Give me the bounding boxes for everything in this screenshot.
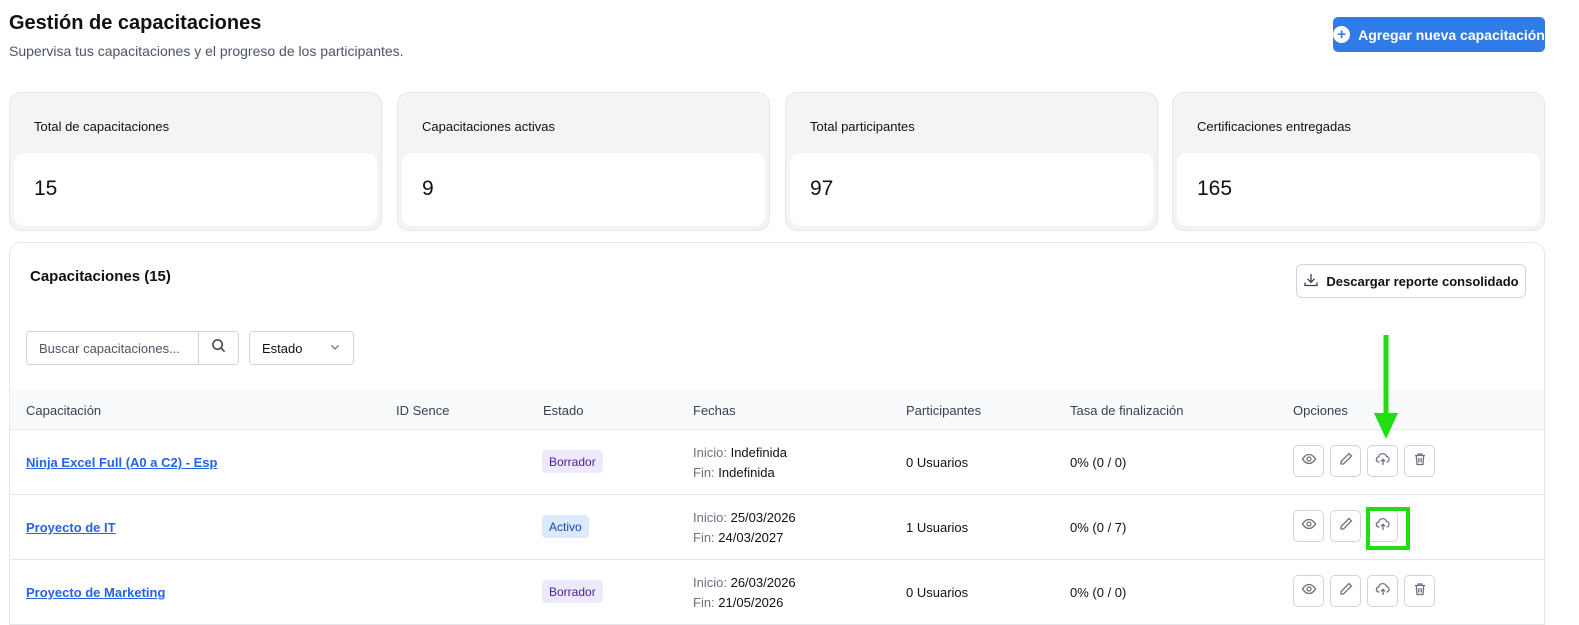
participants-count: 1 Usuarios bbox=[906, 520, 969, 535]
annotation-arrow-icon bbox=[1374, 335, 1398, 439]
participants-count: 0 Usuarios bbox=[906, 585, 969, 600]
start-label: Inicio: bbox=[693, 575, 727, 590]
trash-icon bbox=[1412, 451, 1428, 472]
dates-cell: Inicio: 25/03/2026 Fin: 24/03/2027 bbox=[693, 508, 796, 548]
view-button[interactable] bbox=[1293, 510, 1324, 542]
end-date: 21/05/2026 bbox=[718, 595, 784, 610]
annotation-highlight-box bbox=[1366, 507, 1410, 550]
delete-button[interactable] bbox=[1404, 445, 1435, 477]
stat-card-certifications: Certificaciones entregadas 165 bbox=[1172, 92, 1545, 231]
view-button[interactable] bbox=[1293, 445, 1324, 477]
start-label: Inicio: bbox=[693, 445, 727, 460]
status-badge: Activo bbox=[542, 515, 589, 538]
start-label: Inicio: bbox=[693, 510, 727, 525]
page-subtitle: Supervisa tus capacitaciones y el progre… bbox=[9, 43, 404, 59]
stat-card-participants: Total participantes 97 bbox=[785, 92, 1158, 231]
stat-value: 97 bbox=[810, 177, 834, 200]
stat-label: Certificaciones entregadas bbox=[1197, 119, 1351, 134]
training-name-link[interactable]: Proyecto de Marketing bbox=[26, 585, 165, 600]
dates-cell: Inicio: Indefinida Fin: Indefinida bbox=[693, 443, 787, 483]
search-input[interactable] bbox=[27, 332, 198, 364]
search-button[interactable] bbox=[198, 332, 238, 364]
end-date: 24/03/2027 bbox=[718, 530, 784, 545]
column-header: Tasa de finalización bbox=[1070, 403, 1184, 418]
pencil-icon bbox=[1338, 451, 1354, 472]
chevron-down-icon bbox=[329, 341, 341, 356]
view-button[interactable] bbox=[1293, 575, 1324, 607]
end-label: Fin: bbox=[693, 595, 715, 610]
status-filter-select[interactable]: Estado bbox=[249, 331, 354, 365]
add-training-label: Agregar nueva capacitación bbox=[1358, 26, 1545, 43]
edit-button[interactable] bbox=[1330, 575, 1361, 607]
column-header: Fechas bbox=[693, 403, 736, 418]
add-training-button[interactable]: + Agregar nueva capacitación bbox=[1333, 17, 1545, 52]
stat-value-box: 15 bbox=[14, 153, 377, 226]
end-date: Indefinida bbox=[718, 465, 775, 480]
start-date: Indefinida bbox=[730, 445, 787, 460]
publish-button[interactable] bbox=[1367, 575, 1398, 607]
stat-label: Total de capacitaciones bbox=[34, 119, 170, 134]
start-date: 26/03/2026 bbox=[730, 575, 796, 590]
completion-rate: 0% (0 / 0) bbox=[1070, 455, 1127, 470]
stat-card-active: Capacitaciones activas 9 bbox=[397, 92, 770, 231]
participants-count: 0 Usuarios bbox=[906, 455, 969, 470]
download-report-button[interactable]: Descargar reporte consolidado bbox=[1296, 264, 1526, 298]
trainings-panel: Capacitaciones (15) Descargar reporte co… bbox=[9, 242, 1545, 625]
download-icon bbox=[1303, 272, 1319, 291]
column-header: ID Sence bbox=[396, 403, 450, 418]
completion-rate: 0% (0 / 7) bbox=[1070, 520, 1127, 535]
stat-value-box: 165 bbox=[1177, 153, 1540, 226]
row-actions bbox=[1293, 445, 1435, 477]
panel-title: Capacitaciones (15) bbox=[30, 268, 171, 285]
dates-cell: Inicio: 26/03/2026 Fin: 21/05/2026 bbox=[693, 573, 796, 613]
column-header: Estado bbox=[543, 403, 584, 418]
search-box bbox=[26, 331, 239, 365]
stat-value: 9 bbox=[422, 177, 434, 200]
start-date: 25/03/2026 bbox=[730, 510, 796, 525]
delete-button[interactable] bbox=[1404, 575, 1435, 607]
eye-icon bbox=[1301, 581, 1317, 602]
stat-value: 15 bbox=[34, 177, 58, 200]
stat-label: Capacitaciones activas bbox=[422, 119, 555, 134]
table-header: Capacitación ID Sence Estado Fechas Part… bbox=[10, 390, 1544, 430]
end-label: Fin: bbox=[693, 465, 715, 480]
cloud-upload-icon bbox=[1375, 581, 1391, 602]
status-badge: Borrador bbox=[542, 450, 603, 473]
page-title: Gestión de capacitaciones bbox=[9, 12, 262, 34]
cloud-upload-icon bbox=[1375, 451, 1391, 472]
completion-rate: 0% (0 / 0) bbox=[1070, 585, 1127, 600]
end-label: Fin: bbox=[693, 530, 715, 545]
stat-card-total: Total de capacitaciones 15 bbox=[9, 92, 382, 231]
stat-value-box: 9 bbox=[402, 153, 765, 226]
column-header: Capacitación bbox=[26, 403, 102, 418]
edit-button[interactable] bbox=[1330, 445, 1361, 477]
status-badge: Borrador bbox=[542, 580, 603, 603]
eye-icon bbox=[1301, 451, 1317, 472]
table-row: Ninja Excel Full (A0 a C2) - Esp Borrado… bbox=[10, 430, 1544, 495]
column-header: Opciones bbox=[1293, 403, 1348, 418]
training-name-link[interactable]: Proyecto de IT bbox=[26, 520, 116, 535]
table-row: Proyecto de IT Activo Inicio: 25/03/2026… bbox=[10, 495, 1544, 560]
publish-button[interactable] bbox=[1367, 445, 1398, 477]
edit-button[interactable] bbox=[1330, 510, 1361, 542]
search-icon bbox=[211, 338, 226, 358]
stat-label: Total participantes bbox=[810, 119, 915, 134]
download-report-label: Descargar reporte consolidado bbox=[1326, 273, 1519, 289]
trash-icon bbox=[1412, 581, 1428, 602]
plus-circle-icon: + bbox=[1333, 26, 1351, 43]
eye-icon bbox=[1301, 516, 1317, 537]
stat-value-box: 97 bbox=[790, 153, 1153, 226]
table-row: Proyecto de Marketing Borrador Inicio: 2… bbox=[10, 560, 1544, 625]
stat-value: 165 bbox=[1197, 177, 1233, 200]
pencil-icon bbox=[1338, 516, 1354, 537]
pencil-icon bbox=[1338, 581, 1354, 602]
column-header: Participantes bbox=[906, 403, 982, 418]
training-name-link[interactable]: Ninja Excel Full (A0 a C2) - Esp bbox=[26, 455, 217, 470]
status-filter-value: Estado bbox=[262, 340, 303, 356]
row-actions bbox=[1293, 575, 1435, 607]
